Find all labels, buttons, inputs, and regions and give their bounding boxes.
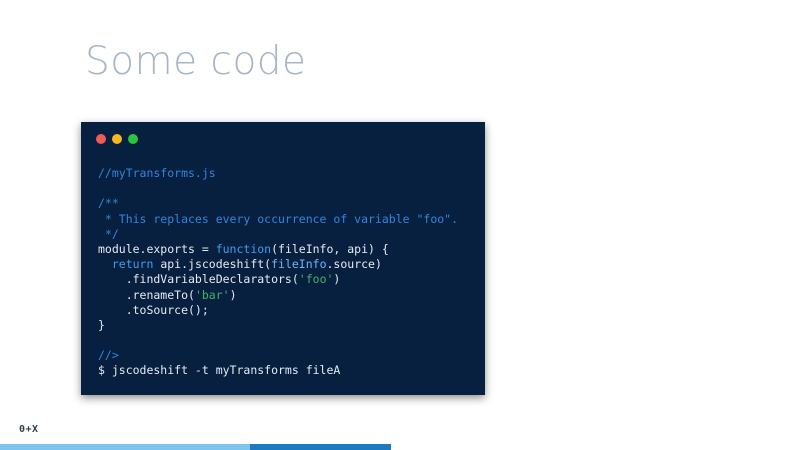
code-line: //myTransforms.js	[98, 166, 216, 180]
code-token: )	[229, 287, 237, 302]
code-token: .findVariableDeclarators(	[98, 272, 299, 287]
code-token: )	[333, 272, 341, 287]
code-line: }	[98, 317, 105, 332]
close-dot-icon	[96, 134, 106, 144]
code-line: .toSource();	[98, 302, 209, 317]
slide-progress-remaining	[250, 444, 391, 450]
code-line: $ jscodeshift -t myTransforms fileA	[98, 363, 341, 378]
code-string: 'foo'	[298, 272, 334, 287]
window-controls	[96, 134, 138, 144]
code-line: */	[98, 226, 119, 241]
code-keyword: function	[215, 241, 272, 256]
slide-progress-bar	[0, 444, 391, 450]
slide-progress-done	[0, 444, 250, 450]
code-token: api.jscodeshift(	[153, 257, 272, 272]
code-string: 'bar'	[194, 287, 230, 302]
slide: Some code //myTransforms.js /** * This re…	[0, 0, 800, 450]
code-window: //myTransforms.js /** * This replaces eve…	[81, 122, 485, 395]
minimize-dot-icon	[112, 134, 122, 144]
code-line: return api.jscodeshift(fileInfo.source)	[98, 257, 458, 272]
code-token: (fileInfo, api) {	[271, 241, 389, 256]
code-block: //myTransforms.js /** * This replaces eve…	[98, 166, 458, 379]
code-line: /**	[98, 196, 119, 211]
code-line: * This replaces every occurrence of vari…	[98, 211, 459, 226]
slide-title: Some code	[85, 39, 307, 84]
code-line: //>	[98, 348, 119, 363]
code-line: .renameTo('bar')	[98, 288, 458, 303]
code-keyword: return	[111, 257, 154, 272]
code-identifier: fileInfo	[271, 257, 327, 272]
code-line: .findVariableDeclarators('foo')	[98, 272, 458, 287]
maximize-dot-icon	[128, 134, 138, 144]
footer-logo: 0+X	[19, 424, 39, 435]
code-token: .renameTo(	[98, 287, 195, 302]
code-token: module.exports =	[98, 241, 216, 256]
code-line: module.exports = function(fileInfo, api)…	[98, 242, 458, 257]
code-token: .source)	[326, 257, 382, 272]
